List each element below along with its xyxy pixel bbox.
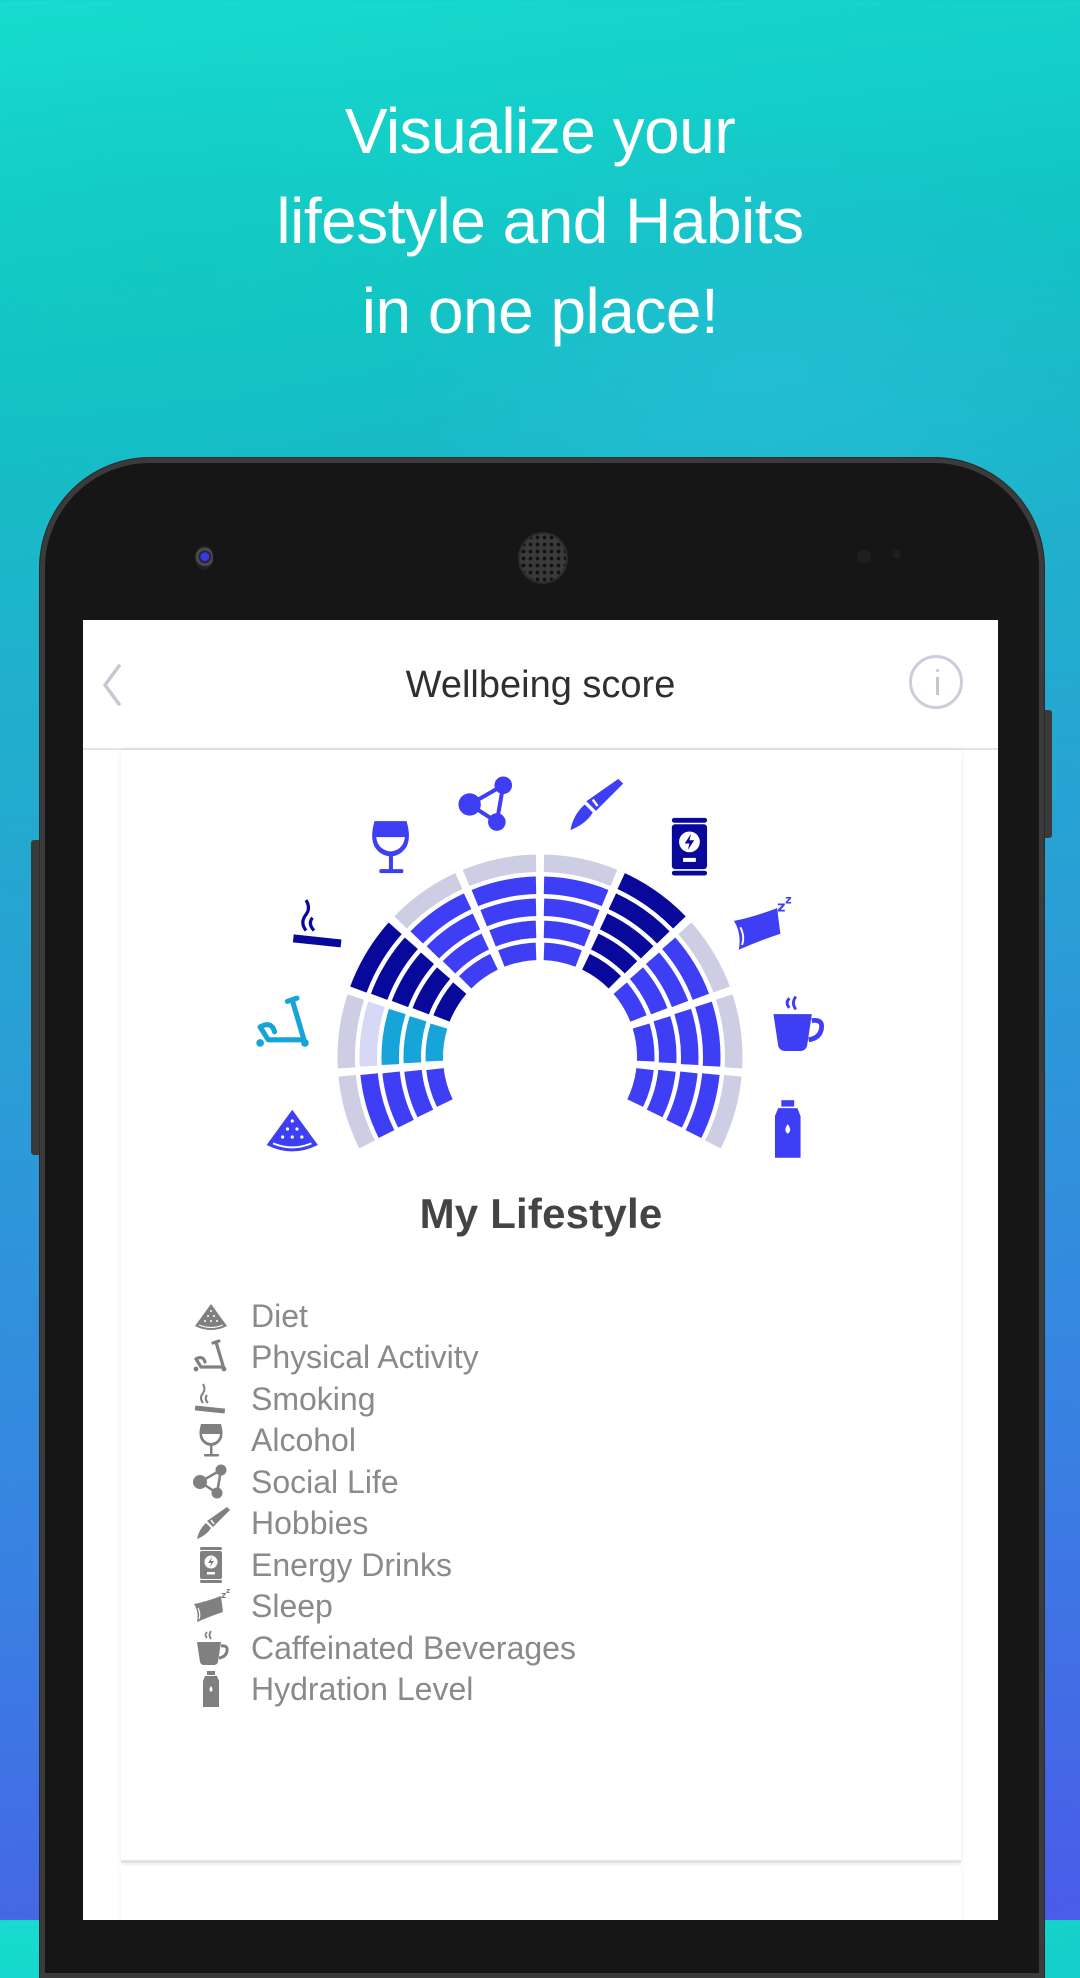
- energy-drink-icon: [671, 817, 708, 876]
- legend-label: Hobbies: [251, 1505, 369, 1542]
- chart-cell: [632, 1023, 655, 1062]
- chart-cell: [627, 1068, 654, 1107]
- chart-wedge-hydration-level[interactable]: [627, 1068, 742, 1149]
- share-network-icon: [191, 1462, 231, 1502]
- cigarette-icon: [191, 1379, 231, 1419]
- svg-text:z: z: [226, 1587, 230, 1595]
- wine-glass-icon: [191, 1420, 231, 1460]
- chart-cell: [381, 1008, 406, 1065]
- legend-label: Smoking: [251, 1380, 376, 1417]
- cigarette-icon: [292, 899, 342, 948]
- legend-label: Physical Activity: [251, 1339, 479, 1376]
- legend-item: Social Life: [191, 1461, 576, 1503]
- legend-item: z z Sleep: [191, 1586, 576, 1628]
- paintbrush-icon: [570, 778, 624, 831]
- chart-cell: [359, 1001, 385, 1067]
- info-button[interactable]: [909, 655, 963, 709]
- water-bottle-icon: [191, 1669, 231, 1709]
- energy-drink-icon: [191, 1545, 231, 1585]
- chart-legend: Diet Physical Activity Smoking Alcohol Socia…: [191, 1295, 576, 1710]
- legend-item: Physical Activity: [191, 1337, 576, 1379]
- chart-cell: [403, 1016, 427, 1064]
- legend-label: Energy Drinks: [251, 1546, 452, 1583]
- headline-line: in one place!: [361, 275, 719, 347]
- legend-label: Caffeinated Beverages: [251, 1629, 576, 1666]
- svg-text:z: z: [785, 893, 792, 906]
- headline-line: lifestyle and Habits: [276, 185, 804, 257]
- section-title: My Lifestyle: [419, 1190, 663, 1237]
- coffee-cup-icon: [191, 1628, 231, 1668]
- legend-item: Energy Drinks: [191, 1544, 576, 1586]
- legend-label: Diet: [251, 1297, 308, 1334]
- chart-cell: [543, 920, 591, 947]
- phone-power-button: [1043, 710, 1052, 838]
- watermelon-icon: [266, 1109, 318, 1152]
- chart-cell: [695, 1001, 721, 1067]
- chart-cell: [489, 920, 537, 947]
- paintbrush-icon: [191, 1503, 231, 1543]
- pillow-sleep-icon: zz: [191, 1586, 231, 1626]
- legend-item: Caffeinated Beverages: [191, 1627, 576, 1669]
- legend-label: Alcohol: [251, 1422, 356, 1459]
- wine-glass-icon: [372, 821, 409, 874]
- chart-cell: [426, 1068, 453, 1107]
- app-screen: Wellbeing score zz My Lifestyle Diet Phys…: [83, 620, 998, 1920]
- chart-cell: [425, 1023, 448, 1062]
- legend-label: Sleep: [251, 1588, 333, 1625]
- watermelon-icon: [191, 1296, 231, 1336]
- coffee-cup-icon: [773, 995, 825, 1051]
- next-card: [121, 1866, 961, 1920]
- light-sensor: [892, 550, 901, 559]
- legend-item: Hydration Level: [191, 1669, 576, 1711]
- scooter-icon: [256, 995, 309, 1047]
- promo-headline: Visualize your lifestyle and Habits in o…: [0, 86, 1080, 356]
- pillow-sleep-icon: zz: [733, 893, 792, 950]
- chart-cell: [498, 942, 537, 967]
- scooter-icon: [191, 1337, 231, 1377]
- chart-cell: [543, 942, 582, 967]
- front-camera-icon: [195, 546, 213, 570]
- share-network-icon: [458, 776, 513, 831]
- water-bottle-icon: [774, 1100, 801, 1158]
- earpiece-speaker-icon: [520, 534, 566, 582]
- chart-cell: [653, 1016, 677, 1064]
- proximity-sensor: [857, 550, 871, 564]
- page-title: Wellbeing score: [405, 664, 676, 706]
- lifestyle-radial-chart: zz: [256, 776, 825, 1158]
- lifestyle-card: zz My Lifestyle Diet Physical Activity Smo…: [121, 750, 961, 1863]
- chart-cell: [674, 1008, 699, 1065]
- legend-item: Alcohol: [191, 1420, 576, 1462]
- legend-item: Smoking: [191, 1378, 576, 1420]
- legend-item: Hobbies: [191, 1503, 576, 1545]
- legend-item: Diet: [191, 1295, 576, 1337]
- legend-label: Social Life: [251, 1463, 399, 1500]
- app-bar: Wellbeing score: [83, 620, 998, 750]
- legend-label: Hydration Level: [251, 1671, 474, 1708]
- chart-wedge-diet[interactable]: [338, 1068, 453, 1149]
- headline-line: Visualize your: [344, 95, 736, 167]
